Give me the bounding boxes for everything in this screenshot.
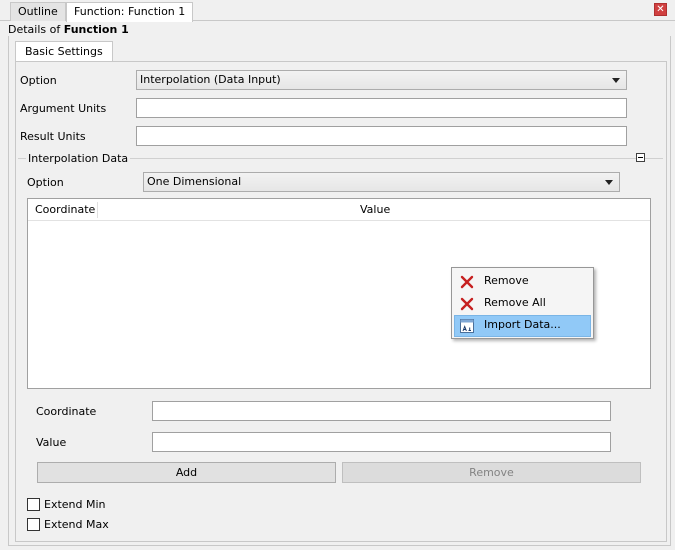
details-prefix: Details of [8,23,64,36]
menu-item-label: Import Data... [484,318,561,331]
option-combo-value: Interpolation (Data Input) [140,73,281,86]
remove-button[interactable]: Remove [342,462,641,483]
interpolation-option-label: Option [27,176,64,189]
close-icon[interactable]: ✕ [654,3,667,16]
result-units-field[interactable] [136,126,627,146]
argument-units-label: Argument Units [20,102,107,115]
interpolation-data-title: Interpolation Data [26,152,131,165]
chevron-down-icon [605,180,613,185]
import-data-icon [460,319,474,333]
menu-item-remove-all[interactable]: Remove All [454,293,591,315]
extend-max-label: Extend Max [44,518,109,531]
red-x-icon [460,297,474,311]
extend-max-checkbox[interactable] [27,518,40,531]
menu-item-label: Remove All [484,296,546,309]
context-menu: Remove Remove All Import Data... [451,267,594,339]
add-button[interactable]: Add [37,462,336,483]
menu-item-remove[interactable]: Remove [454,271,591,293]
collapse-icon[interactable] [636,153,645,162]
value-label: Value [36,436,67,449]
details-title: Details of Function 1 [8,23,129,36]
argument-units-field[interactable] [136,98,627,118]
tab-function-1[interactable]: Function: Function 1 [66,2,194,22]
result-units-label: Result Units [20,130,86,143]
option-label: Option [20,74,57,87]
menu-item-label: Remove [484,274,529,287]
table-header: Coordinate Value [28,199,650,221]
column-header-value[interactable]: Value [360,199,390,220]
extend-min-checkbox[interactable] [27,498,40,511]
column-divider[interactable] [97,202,98,218]
value-field[interactable] [152,432,611,452]
menu-item-import-data[interactable]: Import Data... [454,315,591,337]
extend-min-label: Extend Min [44,498,106,511]
interpolation-option-combo[interactable]: One Dimensional [143,172,620,192]
tab-basic-settings[interactable]: Basic Settings [15,41,113,62]
tab-outline[interactable]: Outline [10,2,66,21]
red-x-icon [460,275,474,289]
chevron-down-icon [612,78,620,83]
coordinate-label: Coordinate [36,405,97,418]
details-object-name: Function 1 [63,23,129,36]
column-header-coordinate[interactable]: Coordinate [35,199,95,220]
interpolation-option-value: One Dimensional [147,175,242,188]
coordinate-field[interactable] [152,401,611,421]
option-combo[interactable]: Interpolation (Data Input) [136,70,627,90]
